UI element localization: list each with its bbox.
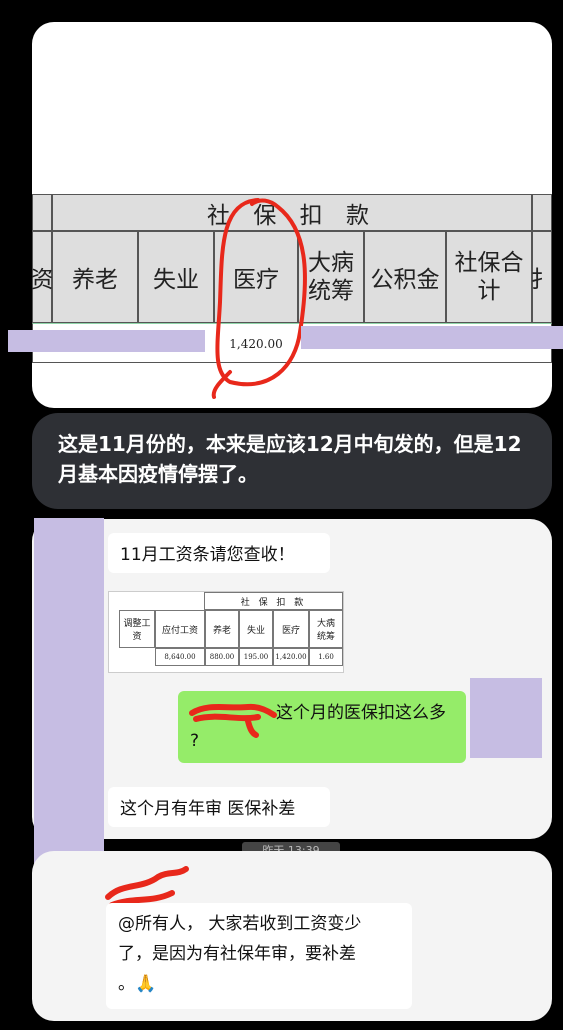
announcement-line: @所有人， 大家若收到工资变少 xyxy=(118,914,362,934)
col-header-housing-fund: 公积金 xyxy=(364,231,446,323)
redaction-block xyxy=(8,330,205,352)
red-scribble-redaction xyxy=(189,703,277,738)
chat-message-text: 这个月有年审 医保补差 xyxy=(120,799,296,819)
thumb-col: 失业 xyxy=(239,610,273,648)
chat-announcement-bubble: @所有人， 大家若收到工资变少 了，是因为有社保年审，要补差 。🙏 xyxy=(106,903,412,1009)
thumb-value: 1.60 xyxy=(309,648,343,666)
thumb-col: 养老 xyxy=(205,610,239,648)
thumb-group-header: 社 保 扣 款 xyxy=(204,592,343,610)
table-header-cell xyxy=(32,194,52,231)
announcement-line: 了，是因为有社保年审，要补差 xyxy=(118,944,356,964)
table-header-cell xyxy=(532,194,552,231)
payslip-thumbnail[interactable]: 社 保 扣 款 调整工 资 应付工资 养老 失业 医疗 大病 统筹 8,640.… xyxy=(108,591,344,673)
thumb-col: 大病 统筹 xyxy=(309,610,343,648)
redaction-block xyxy=(301,326,563,349)
col-header: 扌 xyxy=(531,231,552,323)
group-message-card: @所有人， 大家若收到工资变少 了，是因为有社保年审，要补差 。🙏 xyxy=(32,851,552,1021)
chat-message-text: 11月工资条请您查收！ xyxy=(120,545,295,565)
col-header: 资 xyxy=(32,231,54,323)
thumb-value: 8,640.00 xyxy=(155,648,205,666)
red-circle-annotation xyxy=(211,198,307,399)
thumb-value: 880.00 xyxy=(205,648,239,666)
thumb-value: 1,420.00 xyxy=(273,648,309,666)
col-header-pension: 养老 xyxy=(52,231,138,323)
announcement-line: 。🙏 xyxy=(118,974,157,994)
thumb-col: 调整工 资 xyxy=(119,610,155,648)
thumb-col: 应付工资 xyxy=(155,610,205,648)
avatar-redaction xyxy=(470,678,542,758)
thumb-value: 195.00 xyxy=(239,648,273,666)
chat-message-payslip: 11月工资条请您查收！ xyxy=(108,533,330,573)
dark-message-bubble: 这是11月份的，本来是应该12月中旬发的，但是12月基本因疫情停摆了。 xyxy=(32,413,552,509)
thumb-col: 医疗 xyxy=(273,610,309,648)
col-header-social-total: 社保合 计 xyxy=(446,231,532,323)
dark-message-text: 这是11月份的，本来是应该12月中旬发的，但是12月基本因疫情停摆了。 xyxy=(58,432,522,486)
chat-message-audit: 这个月有年审 医保补差 xyxy=(108,787,330,827)
